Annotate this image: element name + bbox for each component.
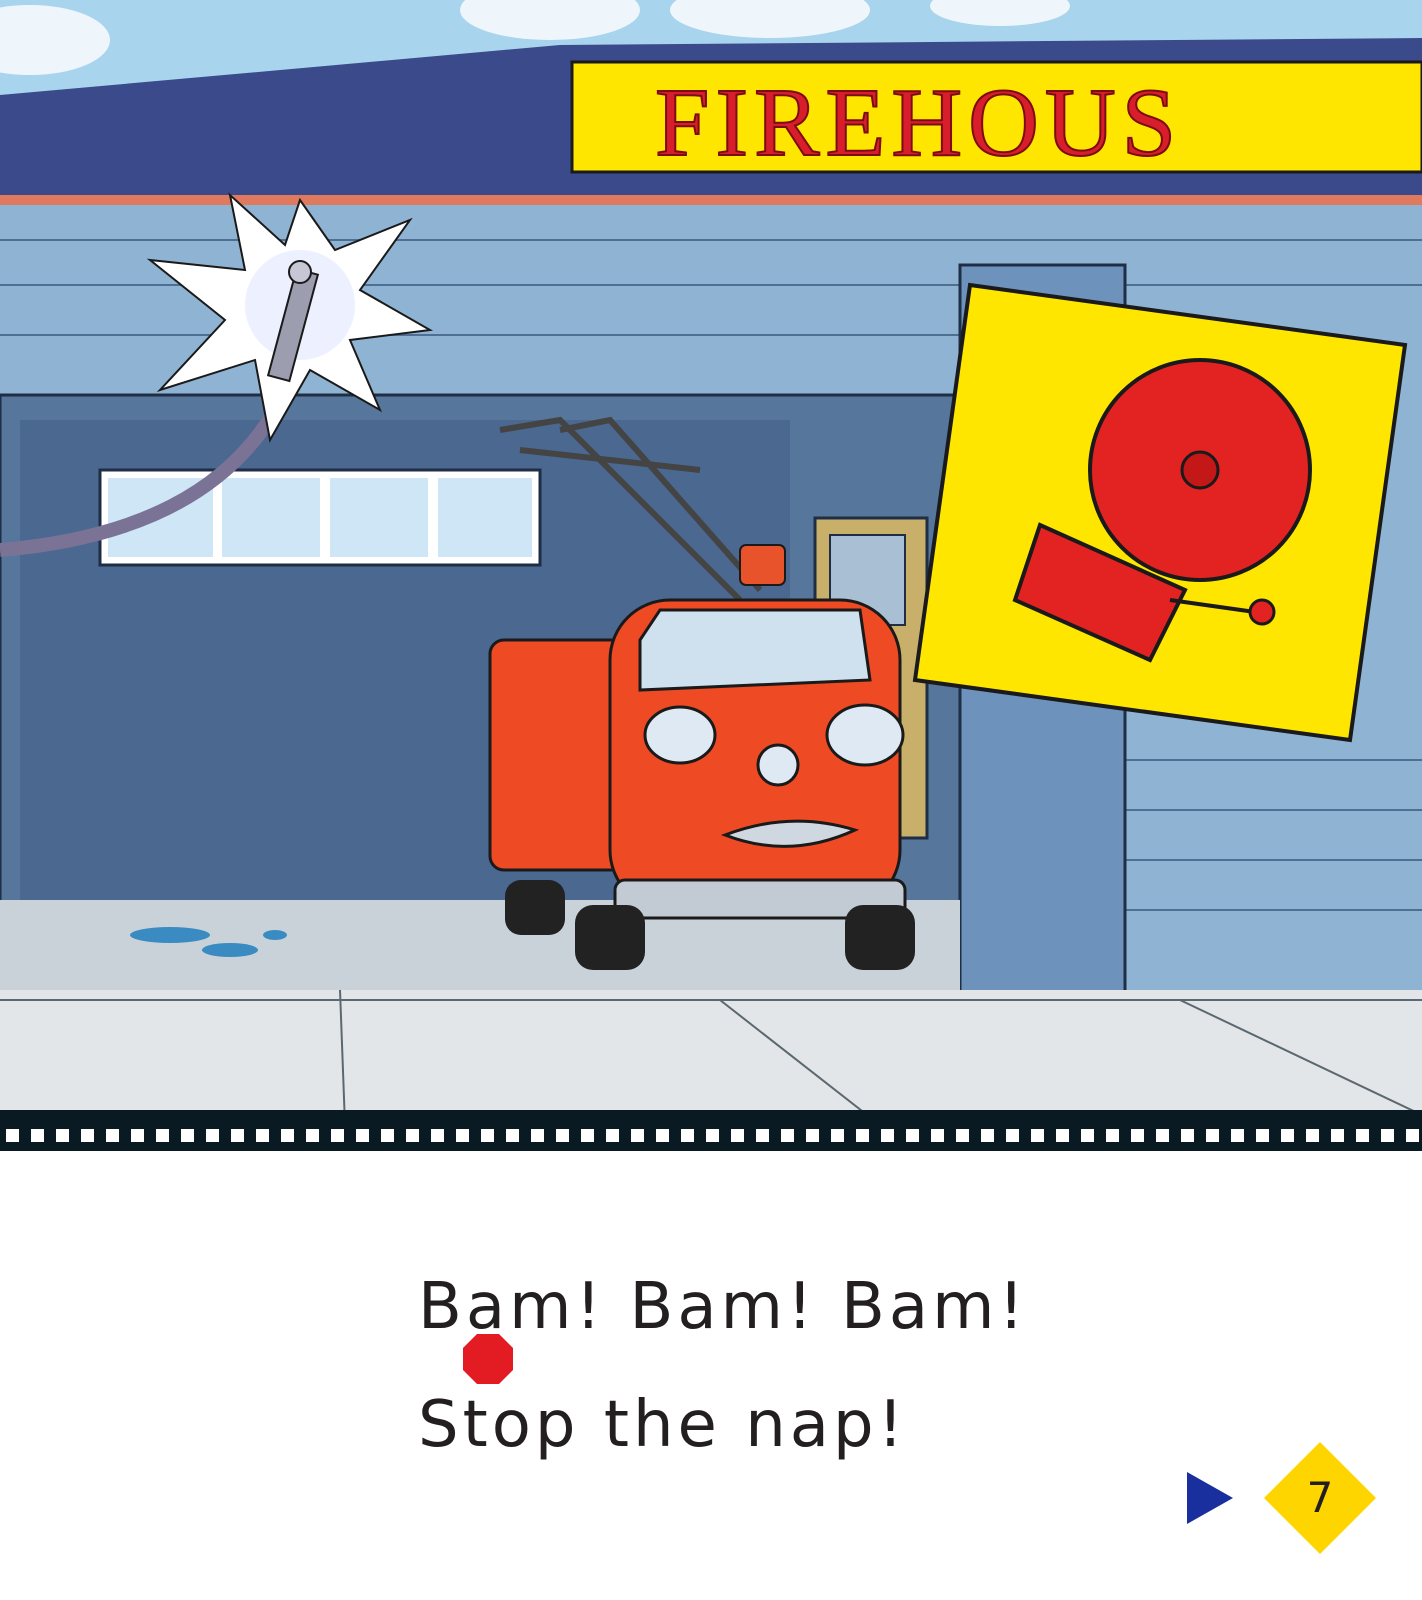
sign-text: FIREHOUS xyxy=(655,69,1182,177)
firehouse-sign: FIREHOUS xyxy=(570,60,1422,178)
sidewalk xyxy=(0,990,1422,1125)
story-line-2: Stop the nap! xyxy=(418,1388,908,1462)
firehouse-illustration: FIREHOUS xyxy=(0,0,1422,1125)
stop-sign-dot-icon xyxy=(463,1334,513,1384)
roof-trim xyxy=(0,195,1422,205)
illustration-bottom-border xyxy=(0,1110,1422,1125)
next-page-button[interactable] xyxy=(1185,1468,1237,1528)
garage-windows xyxy=(98,468,542,567)
play-arrow-icon xyxy=(1187,1472,1233,1524)
alarm-bell-sign xyxy=(912,282,1408,743)
story-text: Bam! Bam! Bam! Stop the nap! xyxy=(418,1275,1028,1457)
page-number-badge: 7 xyxy=(1262,1440,1378,1556)
story-line-1: Bam! Bam! Bam! xyxy=(418,1270,1029,1344)
film-strip-border xyxy=(0,1125,1422,1151)
page-number: 7 xyxy=(1306,1473,1334,1522)
story-line-2-wrapper: Stop the nap! xyxy=(418,1334,1028,1457)
